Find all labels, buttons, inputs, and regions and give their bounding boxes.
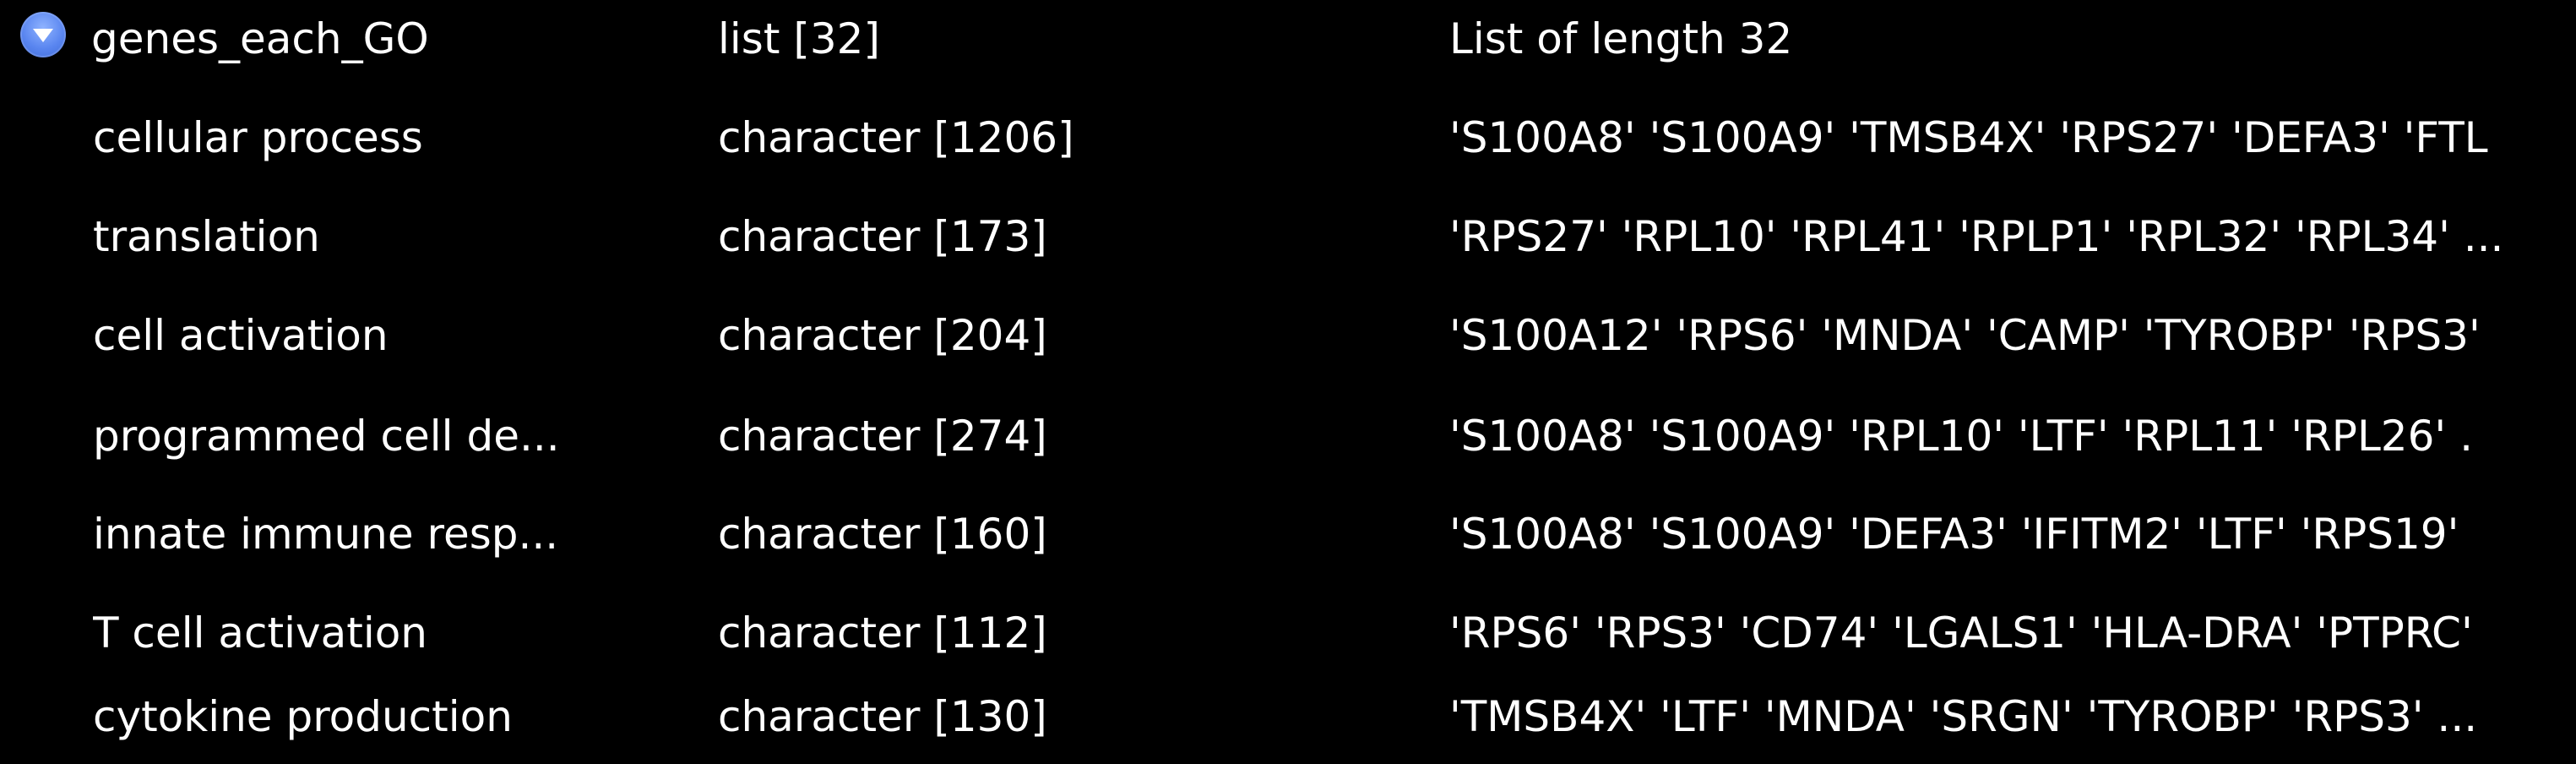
list-item-type: character [173] [718,212,1047,261]
list-item[interactable]: cytokine production character [130] 'TMS… [0,669,2576,764]
list-item-name: cellular process [93,113,423,162]
list-item-type: character [130] [718,692,1047,741]
list-item-type: character [160] [718,510,1047,559]
list-item-name: translation [93,212,320,261]
list-item[interactable]: T cell activation character [112] 'RPS6'… [0,586,2576,680]
list-item-type: character [112] [718,608,1047,658]
variable-type: list [32] [718,14,880,63]
disclosure-chevron-down-icon[interactable] [20,12,66,57]
variable-name: genes_each_GO [91,14,429,63]
list-item[interactable]: translation character [173] 'RPS27' 'RPL… [0,189,2576,284]
list-item-value: 'RPS27' 'RPL10' 'RPL41' 'RPLP1' 'RPL32' … [1449,212,2504,261]
list-item[interactable]: innate immune resp... character [160] 'S… [0,487,2576,581]
list-item-type: character [204] [718,311,1047,360]
list-item-name: T cell activation [93,608,427,658]
list-item[interactable]: cellular process character [1206] 'S100A… [0,90,2576,185]
list-item-name: programmed cell de... [93,412,560,461]
list-item-value: 'TMSB4X' 'LTF' 'MNDA' 'SRGN' 'TYROBP' 'R… [1449,692,2478,741]
list-item[interactable]: cell activation character [204] 'S100A12… [0,288,2576,383]
list-item-value: 'S100A8' 'S100A9' 'RPL10' 'LTF' 'RPL11' … [1449,412,2473,461]
environment-list-tree: genes_each_GO list [32] List of length 3… [0,0,2576,761]
list-item-name: cell activation [93,311,389,360]
list-item-type: character [274] [718,412,1047,461]
list-item-value: 'RPS6' 'RPS3' 'CD74' 'LGALS1' 'HLA-DRA' … [1449,608,2473,658]
list-item-value: 'S100A8' 'S100A9' 'TMSB4X' 'RPS27' 'DEFA… [1449,113,2488,162]
list-item-name: innate immune resp... [93,510,559,559]
variable-value: List of length 32 [1449,14,1793,63]
list-item[interactable]: programmed cell de... character [274] 'S… [0,389,2576,483]
list-row-genes-each-go[interactable]: genes_each_GO list [32] List of length 3… [0,0,2576,86]
list-item-value: 'S100A12' 'RPS6' 'MNDA' 'CAMP' 'TYROBP' … [1449,311,2481,360]
list-item-value: 'S100A8' 'S100A9' 'DEFA3' 'IFITM2' 'LTF'… [1449,510,2459,559]
list-item-name: cytokine production [93,692,513,741]
list-item-type: character [1206] [718,113,1074,162]
